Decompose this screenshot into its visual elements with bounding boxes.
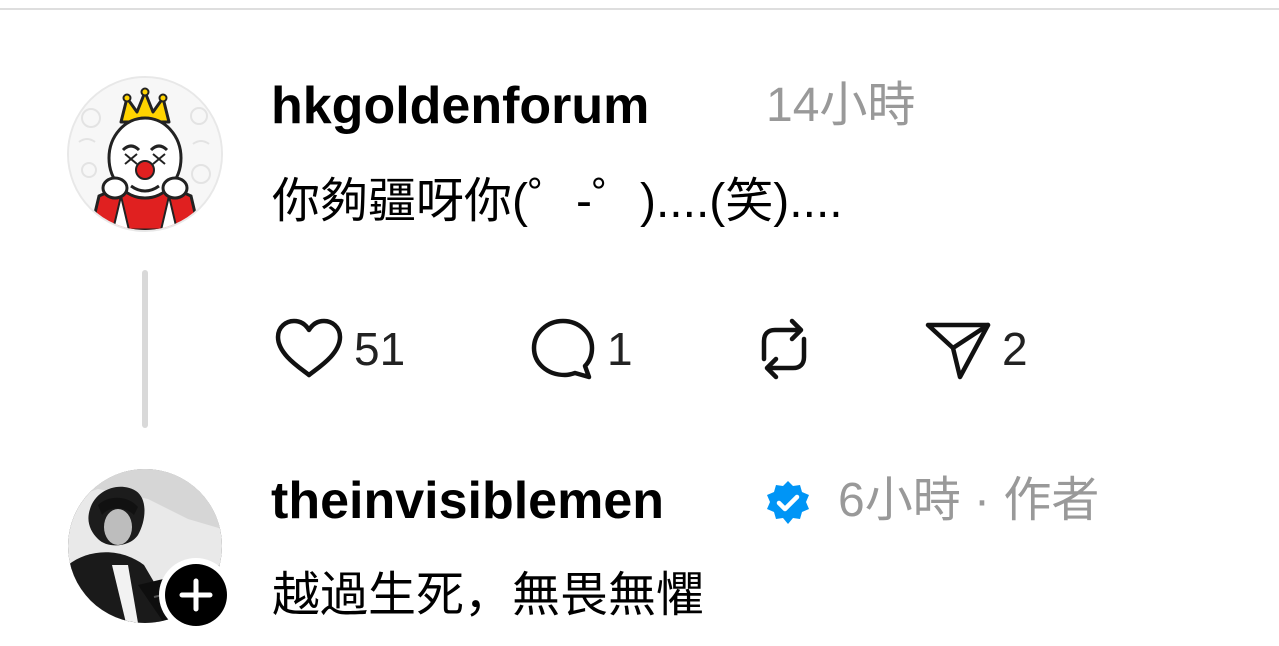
repost-button[interactable] bbox=[748, 314, 820, 384]
comment-text: 你夠疆呀你(゜-゜)....(笑).... bbox=[272, 175, 843, 228]
timestamp[interactable]: 14小時 bbox=[766, 82, 915, 130]
plus-icon bbox=[179, 578, 213, 612]
paper-plane-icon bbox=[925, 322, 991, 380]
reply-button[interactable]: 1 bbox=[527, 314, 633, 384]
share-button[interactable]: 2 bbox=[922, 314, 1028, 384]
thread-line bbox=[142, 270, 148, 428]
reply-count: 1 bbox=[607, 323, 633, 375]
username[interactable]: hkgoldenforum bbox=[271, 80, 649, 132]
avatar[interactable] bbox=[67, 76, 223, 232]
comment-text: 越過生死，無畏無懼 bbox=[272, 569, 705, 622]
like-button[interactable]: 51 bbox=[272, 314, 405, 384]
clown-king-avatar-icon bbox=[69, 78, 221, 230]
comment-meta: 6小時 · 作者 bbox=[838, 477, 1099, 525]
username[interactable]: theinvisiblemen bbox=[271, 475, 664, 527]
meta-separator: · bbox=[974, 474, 991, 527]
top-divider bbox=[0, 8, 1279, 10]
verified-badge-icon bbox=[767, 481, 809, 524]
repost-icon bbox=[761, 318, 807, 380]
share-count: 2 bbox=[1002, 323, 1028, 375]
like-count: 51 bbox=[354, 323, 406, 375]
heart-icon bbox=[275, 318, 343, 378]
timestamp[interactable]: 6小時 bbox=[838, 474, 961, 527]
follow-button[interactable] bbox=[159, 558, 233, 632]
speech-bubble-icon bbox=[531, 318, 595, 380]
author-label: 作者 bbox=[1003, 474, 1100, 527]
